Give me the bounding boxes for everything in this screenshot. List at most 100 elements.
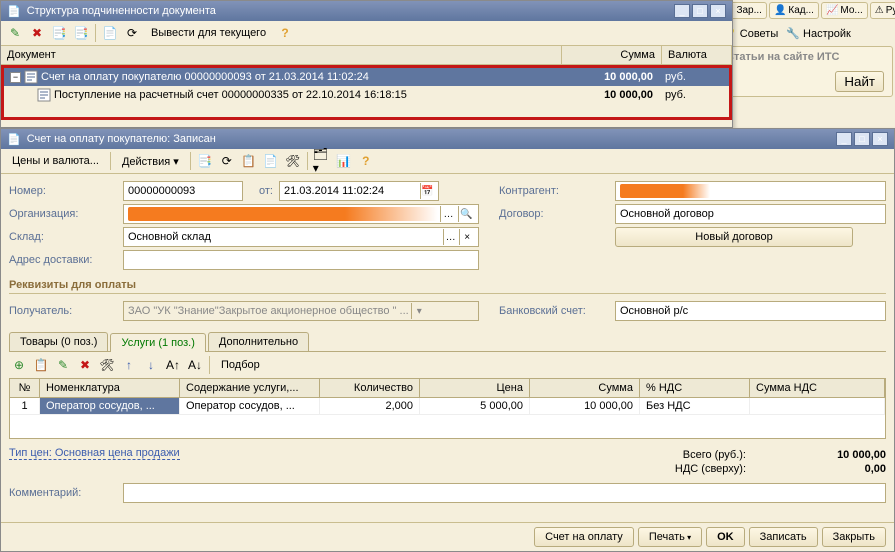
col-quantity[interactable]: Количество — [320, 379, 420, 397]
move-up-icon[interactable]: ↑ — [119, 355, 139, 375]
tab-goods[interactable]: Товары (0 поз.) — [9, 332, 108, 351]
services-grid: № Номенклатура Содержание услуги,... Кол… — [9, 378, 886, 439]
grid-row[interactable]: 1 Оператор сосудов, ... Оператор сосудов… — [10, 398, 885, 415]
contract-field[interactable] — [615, 204, 886, 224]
save-button[interactable]: Записать — [749, 527, 818, 547]
output-current-button[interactable]: Вывести для текущего — [144, 26, 273, 40]
ellipsis-icon[interactable]: … — [440, 206, 456, 222]
collapse-icon[interactable]: − — [10, 72, 21, 83]
cell-sum[interactable]: 10 000,00 — [530, 398, 640, 415]
help-icon[interactable]: ? — [275, 23, 295, 43]
cell-quantity[interactable]: 2,000 — [320, 398, 420, 415]
tb-icon[interactable]: 📑 — [49, 23, 69, 43]
clear-icon[interactable]: × — [459, 229, 474, 245]
tab-services[interactable]: Услуги (1 поз.) — [110, 333, 205, 352]
tb-refresh-icon[interactable]: ⟳ — [217, 151, 237, 171]
tb-icon[interactable]: 📄 — [100, 23, 120, 43]
comment-field[interactable] — [123, 483, 886, 503]
bank-field[interactable] — [615, 301, 886, 321]
print-button[interactable]: Печать — [638, 527, 702, 547]
delete-icon[interactable]: ✖ — [27, 23, 47, 43]
from-label: от: — [249, 185, 273, 197]
number-field[interactable] — [123, 181, 243, 201]
col-n[interactable]: № — [10, 379, 40, 397]
selection-button[interactable]: Подбор — [214, 358, 267, 372]
maximize-button[interactable]: □ — [692, 4, 708, 18]
close-button-bottom[interactable]: Закрыть — [822, 527, 886, 547]
col-document[interactable]: Документ — [1, 46, 562, 64]
minimize-button[interactable]: _ — [836, 132, 852, 146]
sort-desc-icon[interactable]: A↓ — [185, 355, 205, 375]
tab-additional[interactable]: Дополнительно — [208, 332, 309, 351]
cell-vat[interactable]: Без НДС — [640, 398, 750, 415]
bg-tab-ruk[interactable]: ⚠Рук... — [870, 2, 895, 19]
tb-icon[interactable]: 📊 — [334, 151, 354, 171]
close-button[interactable]: × — [710, 4, 726, 18]
org-field[interactable]: … 🔍 — [123, 204, 479, 224]
col-nomenclature[interactable]: Номенклатура — [40, 379, 180, 397]
close-button[interactable]: × — [872, 132, 888, 146]
new-contract-button[interactable]: Новый договор — [615, 227, 853, 247]
cell-price[interactable]: 5 000,00 — [420, 398, 530, 415]
col-sum[interactable]: Сумма — [530, 379, 640, 397]
pricetype-link[interactable]: Тип цен: Основная цена продажи — [9, 447, 180, 460]
tree-row[interactable]: − Счет на оплату покупателю 00000000093 … — [4, 68, 729, 86]
minimize-button[interactable]: _ — [674, 4, 690, 18]
date-field[interactable]: 📅 — [279, 181, 439, 201]
cell-nomenclature[interactable]: Оператор сосудов, ... — [40, 398, 180, 415]
cell-vatsum[interactable] — [750, 398, 885, 415]
addr-field[interactable] — [123, 250, 479, 270]
cell-content[interactable]: Оператор сосудов, ... — [180, 398, 320, 415]
total-value: 10 000,00 — [786, 449, 886, 461]
col-vatsum[interactable]: Сумма НДС — [750, 379, 885, 397]
invoice-button[interactable]: Счет на оплату — [534, 527, 634, 547]
store-field[interactable]: … × — [123, 227, 479, 247]
refresh-icon[interactable]: ⟳ — [122, 23, 142, 43]
ellipsis-icon[interactable]: … — [443, 229, 458, 245]
maximize-button[interactable]: □ — [854, 132, 870, 146]
tb-icon[interactable]: 📄 — [261, 151, 281, 171]
col-vat[interactable]: % НДС — [640, 379, 750, 397]
contract-label: Договор: — [499, 208, 609, 220]
edit-row-icon[interactable]: ✎ — [53, 355, 73, 375]
edit-icon[interactable]: ✎ — [5, 23, 25, 43]
col-price[interactable]: Цена — [420, 379, 530, 397]
recipient-field[interactable]: ЗАО "УК "Знание"Закрытое акционерное общ… — [123, 301, 479, 321]
structure-window-icon: 📄 — [7, 5, 21, 18]
lookup-icon[interactable]: 🔍 — [458, 206, 474, 222]
help-icon[interactable]: ? — [356, 151, 376, 171]
find-button[interactable]: Найт — [835, 71, 884, 92]
tb-icon[interactable]: 📑 — [195, 151, 215, 171]
delete-row-icon[interactable]: ✖ — [75, 355, 95, 375]
copy-row-icon[interactable]: 📋 — [31, 355, 51, 375]
tb-icon[interactable]: 🗂 ▾ — [312, 151, 332, 171]
cell-n[interactable]: 1 — [10, 398, 40, 415]
calendar-icon[interactable]: 📅 — [420, 183, 434, 199]
bg-tab-mo[interactable]: 📈Мо... — [821, 2, 868, 19]
tb-icon[interactable]: 🛠 — [97, 355, 117, 375]
tb-icon[interactable]: 📋 — [239, 151, 259, 171]
counterparty-field[interactable] — [615, 181, 886, 201]
structure-window-title: Структура подчиненности документа — [27, 5, 668, 17]
store-label: Склад: — [9, 231, 117, 243]
ok-button[interactable]: OK — [706, 527, 745, 547]
col-sum[interactable]: Сумма — [562, 46, 662, 64]
col-content[interactable]: Содержание услуги,... — [180, 379, 320, 397]
prices-currency-button[interactable]: Цены и валюта... — [5, 154, 106, 168]
tree-doc-text: Счет на оплату покупателю 00000000093 от… — [41, 71, 369, 83]
number-label: Номер: — [9, 185, 117, 197]
settings-link[interactable]: 🔧 Настройк — [786, 27, 851, 40]
add-row-icon[interactable]: ⊕ — [9, 355, 29, 375]
tree-row[interactable]: Поступление на расчетный счет 0000000033… — [4, 86, 729, 104]
tb-icon[interactable]: 📑 — [71, 23, 91, 43]
dropdown-icon[interactable]: ▾ — [411, 303, 427, 319]
document-window-icon: 📄 — [7, 133, 21, 146]
tb-icon[interactable]: 🛠 — [283, 151, 303, 171]
bg-tab-kad[interactable]: 👤Кад... — [769, 2, 819, 19]
col-currency[interactable]: Валюта — [662, 46, 732, 64]
document-window: 📄 Счет на оплату покупателю: Записан _ □… — [0, 128, 895, 552]
document-window-title: Счет на оплату покупателю: Записан — [27, 133, 830, 145]
sort-asc-icon[interactable]: A↑ — [163, 355, 183, 375]
move-down-icon[interactable]: ↓ — [141, 355, 161, 375]
actions-button[interactable]: Действия ▾ — [115, 154, 186, 169]
